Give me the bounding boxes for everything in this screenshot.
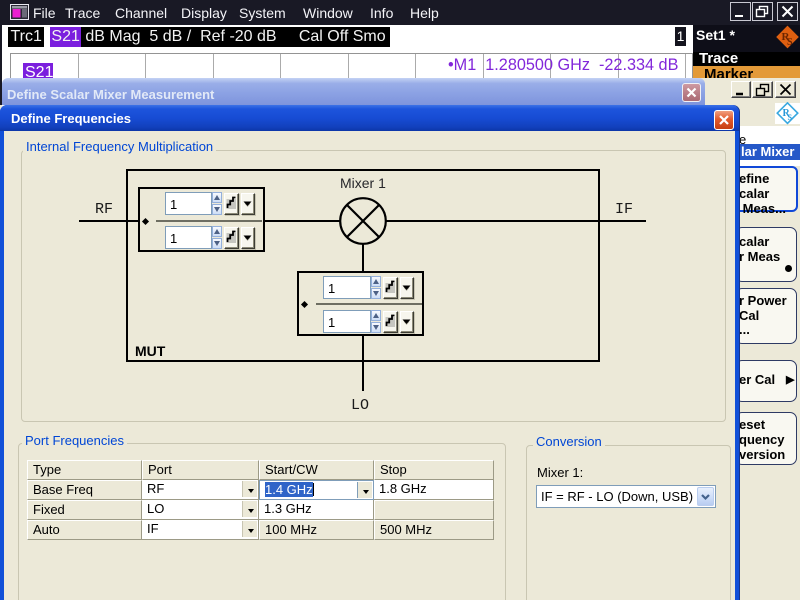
svg-text:S: S: [788, 113, 793, 122]
svg-text:S: S: [787, 37, 793, 48]
